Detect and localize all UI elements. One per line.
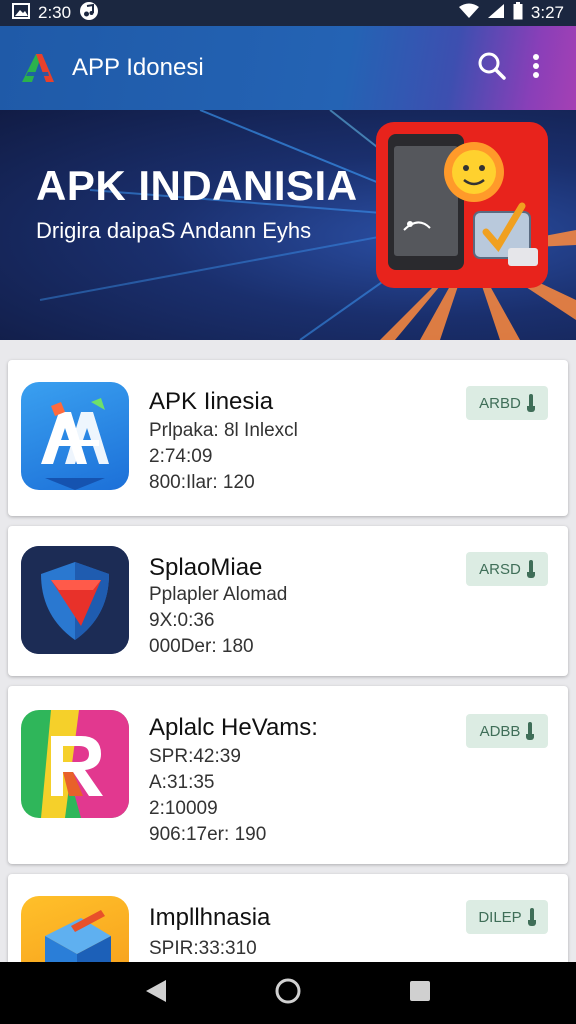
- home-circle-icon: [274, 977, 302, 1010]
- download-icon: [526, 722, 535, 740]
- app-meta-line: 9X:0:36: [149, 610, 215, 631]
- music-icon: [79, 1, 99, 26]
- install-button-label: ARSD: [479, 560, 521, 578]
- system-nav-bar: [0, 962, 576, 1024]
- shield-icon: [21, 546, 129, 654]
- app-bar: APP Idonesi: [0, 26, 576, 110]
- battery-icon: [513, 1, 523, 25]
- install-button-label: ARBD: [479, 394, 521, 412]
- recents-button[interactable]: [400, 973, 440, 1013]
- app-meta-line: Pplapler Alomad: [149, 584, 288, 605]
- app-name: Aplalc HeVams:: [149, 714, 318, 741]
- download-icon: [527, 908, 536, 926]
- app-meta-line: 2:74:09: [149, 446, 213, 467]
- more-options-button[interactable]: [514, 46, 558, 90]
- install-button[interactable]: DILEP: [466, 900, 548, 934]
- install-button-label: ADBB: [479, 722, 521, 740]
- banner-artwork: [374, 120, 550, 290]
- app-card[interactable]: APK Iinesia Prlpaka: 8l Inlexcl 2:74:09 …: [8, 360, 568, 516]
- wifi-icon: [458, 3, 479, 24]
- app-meta-line: 906:17er: 190: [149, 824, 267, 845]
- app-card[interactable]: SplaoMiae Pplapler Alomad 9X:0:36 000Der…: [8, 526, 568, 676]
- banner-title: APK INDANISIA: [36, 162, 358, 209]
- app-meta-line: Prlpaka: 8l Inlexcl: [149, 420, 298, 441]
- download-icon: [526, 560, 535, 578]
- status-time: 2:30: [38, 3, 72, 22]
- status-bar: 2:30 3:27: [0, 0, 576, 26]
- more-vert-icon: [531, 53, 541, 84]
- image-icon: [12, 2, 30, 24]
- app-name: SplaoMiae: [149, 554, 263, 581]
- app-meta-line: SPR:42:39: [149, 746, 241, 767]
- install-button[interactable]: ADBB: [466, 714, 548, 748]
- search-button[interactable]: [470, 46, 514, 90]
- back-triangle-icon: [144, 978, 168, 1009]
- home-button[interactable]: [268, 973, 308, 1013]
- install-button[interactable]: ARBD: [466, 386, 548, 420]
- signal-icon: [487, 3, 505, 24]
- app-meta-line: 000Der: 180: [149, 636, 254, 657]
- app-logo-icon: [18, 48, 58, 88]
- apk-icon: [21, 382, 129, 490]
- status-right: 3:27: [458, 1, 564, 25]
- app-meta-line: A:31:35: [149, 772, 215, 793]
- back-button[interactable]: [136, 973, 176, 1013]
- promo-banner[interactable]: APK INDANISIA Drigira daipaS Andann Eyhs: [0, 110, 576, 340]
- app-title: APP Idonesi: [72, 54, 204, 81]
- download-icon: [526, 394, 535, 412]
- app-name: APK Iinesia: [149, 388, 274, 415]
- r-logo-icon: [21, 710, 129, 818]
- app-meta-line: SPIR:33:310: [149, 938, 257, 959]
- app-meta-line: 2:10009: [149, 798, 218, 819]
- install-button-label: DILEP: [478, 908, 522, 926]
- recents-square-icon: [408, 979, 432, 1008]
- banner-subtitle: Drigira daipaS Andann Eyhs: [36, 218, 312, 243]
- status-left: 2:30: [12, 1, 99, 26]
- app-name: Impllhnasia: [149, 904, 271, 931]
- app-card[interactable]: Aplalc HeVams: SPR:42:39 A:31:35 2:10009…: [8, 686, 568, 864]
- status-clock: 3:27: [530, 3, 564, 22]
- app-meta-line: 800:Ilar: 120: [149, 472, 255, 493]
- search-icon: [477, 51, 507, 86]
- install-button[interactable]: ARSD: [466, 552, 548, 586]
